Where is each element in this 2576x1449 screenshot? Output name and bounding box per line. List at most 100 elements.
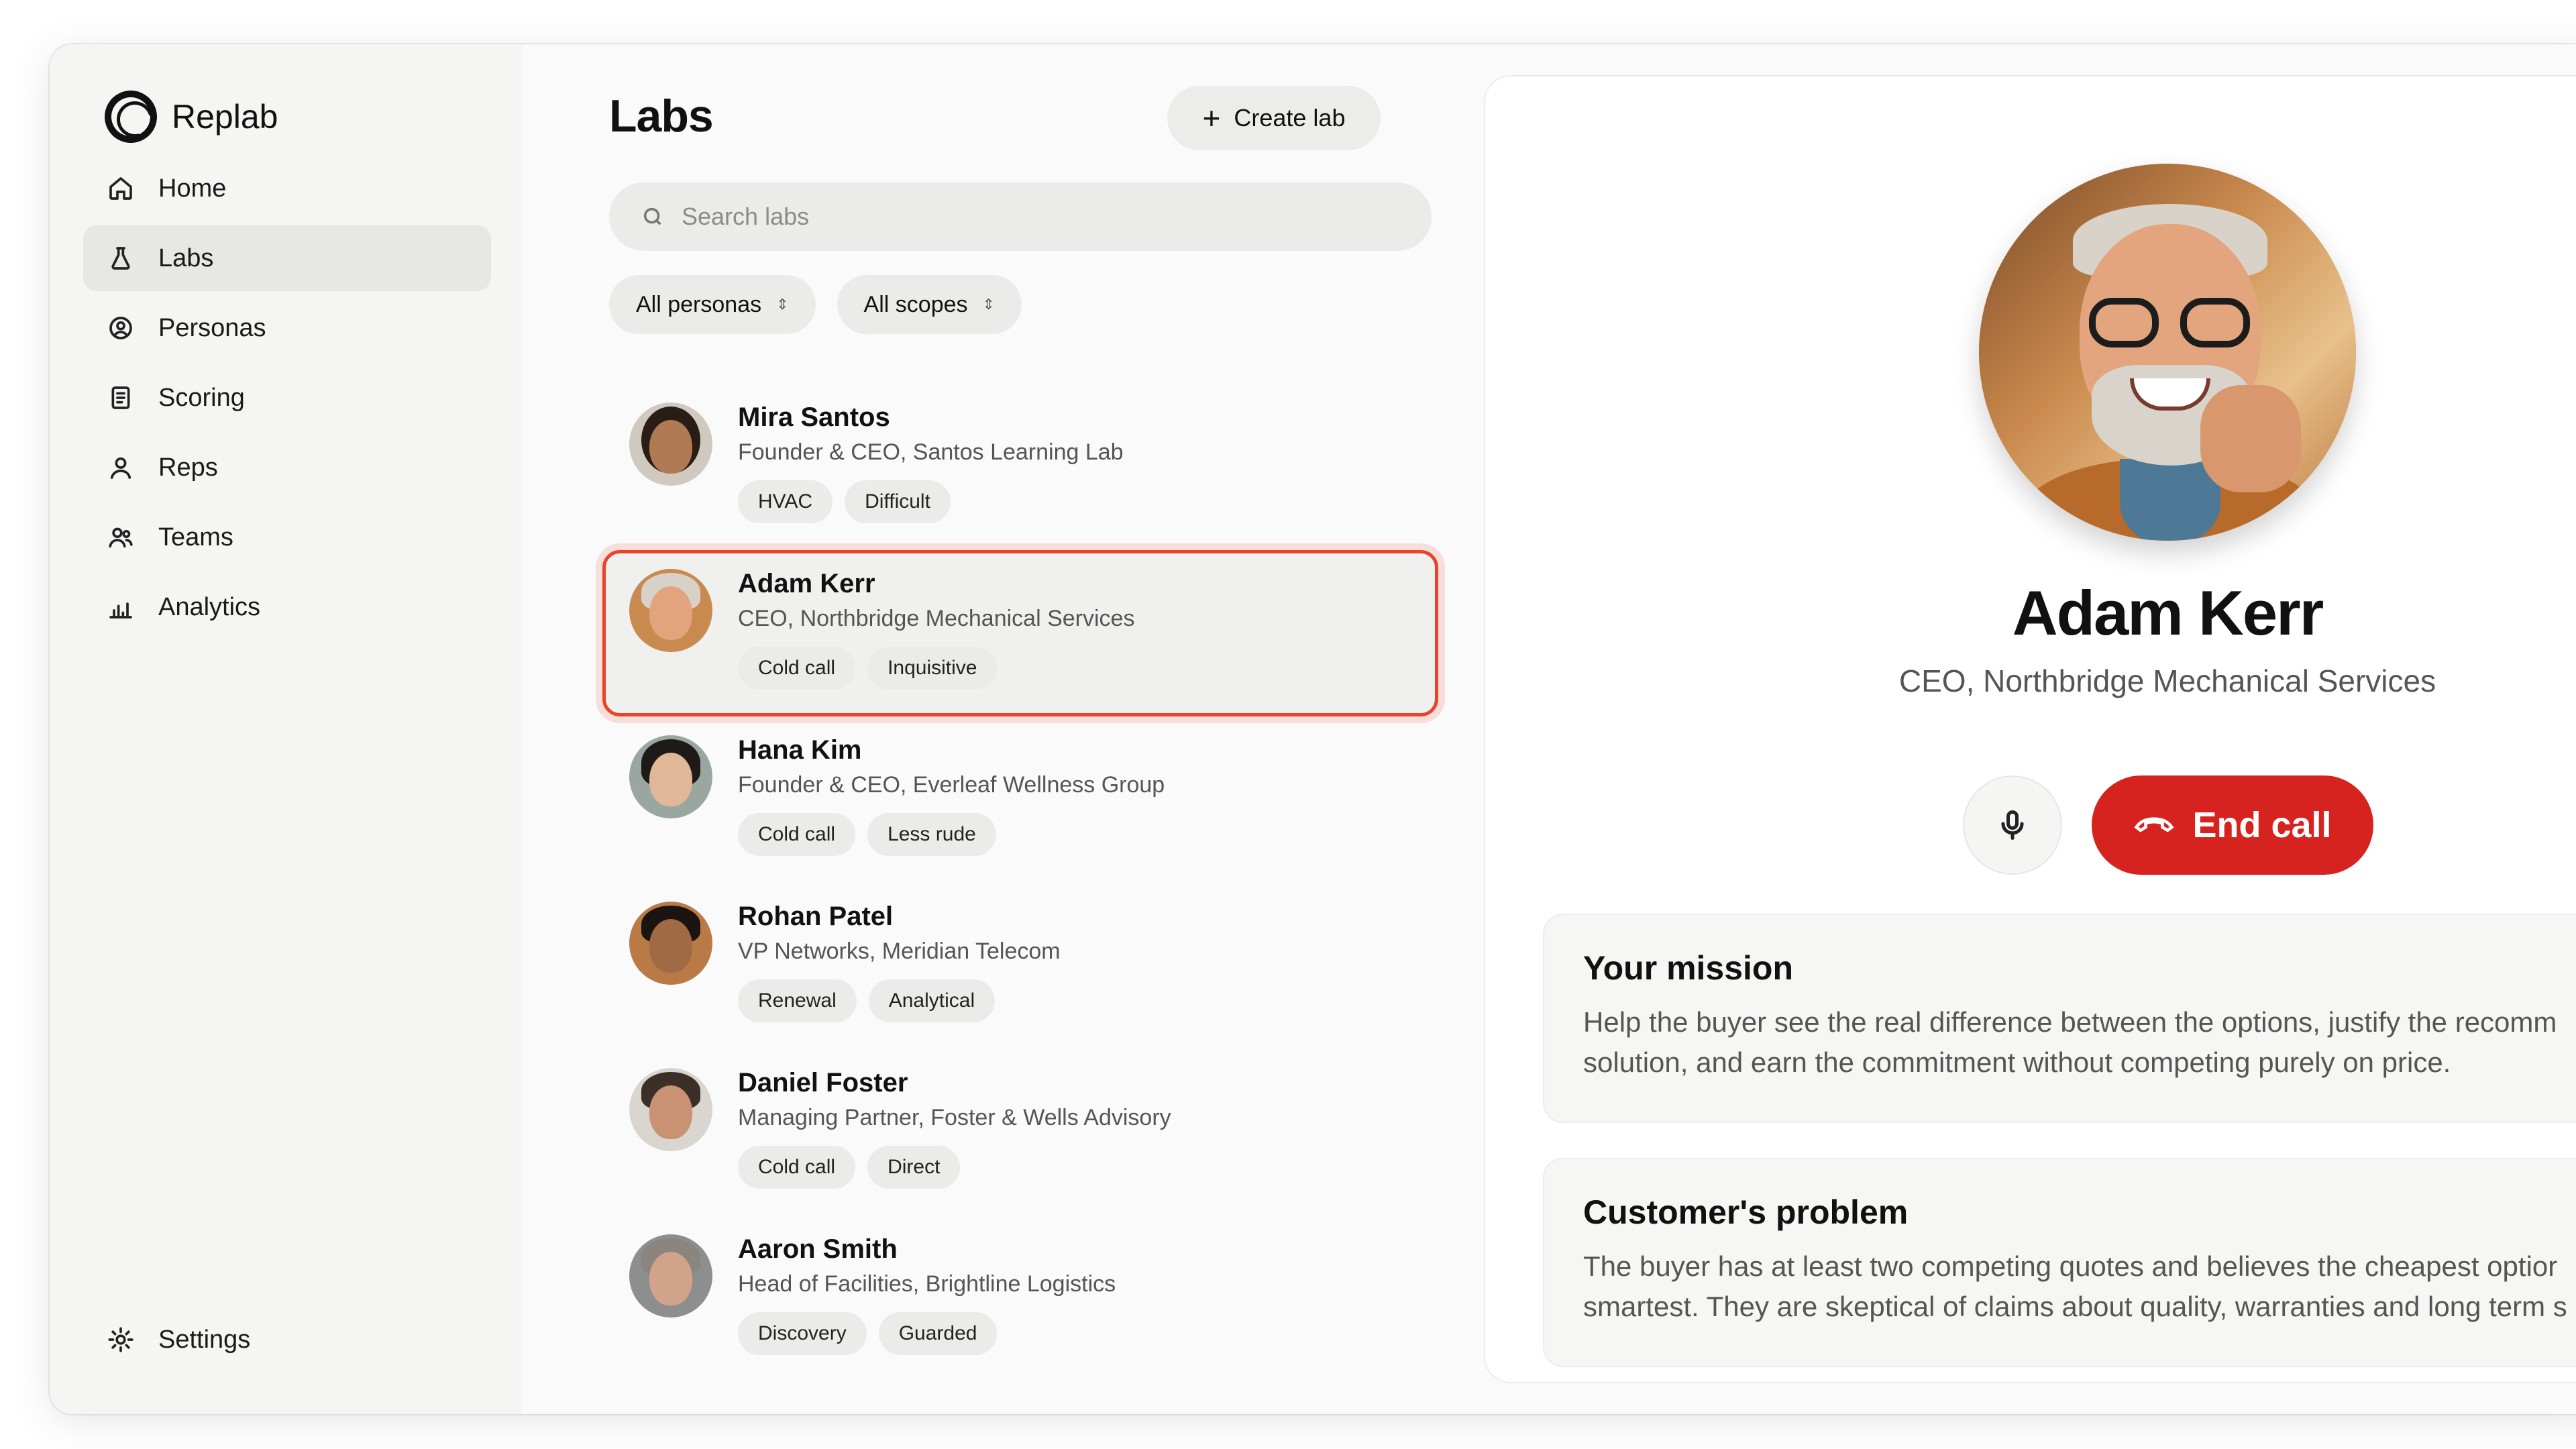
sidebar-item-reps[interactable]: Reps xyxy=(83,435,491,500)
problem-line: The buyer has at least two competing quo… xyxy=(1583,1250,2558,1282)
mission-title: Your mission xyxy=(1583,949,1794,987)
create-lab-label: Create lab xyxy=(1234,104,1346,131)
avatar xyxy=(629,402,712,486)
persona-name: Adam Kerr xyxy=(2012,578,2324,648)
sidebar-item-label: Teams xyxy=(158,523,233,551)
sidebar-item-scoring[interactable]: Scoring xyxy=(83,365,491,431)
lab-name: Rohan Patel xyxy=(738,902,894,931)
chevron-updown-icon: ⇕ xyxy=(982,296,995,313)
call-panel: Adam Kerr CEO, Northbridge Mechanical Se… xyxy=(1484,75,2576,1383)
chevron-updown-icon: ⇕ xyxy=(776,296,789,313)
bar-chart-icon xyxy=(106,592,136,622)
labs-panel: Labs + Create lab All personas ⇕ All sco… xyxy=(522,44,1479,1414)
mission-text: Help the buyer see the real difference b… xyxy=(1583,1002,2576,1083)
tag: Inquisitive xyxy=(867,647,998,690)
mission-line: solution, and earn the commitment withou… xyxy=(1583,1046,2451,1078)
tag: Direct xyxy=(867,1146,961,1189)
home-icon xyxy=(106,174,136,203)
lab-name: Adam Kerr xyxy=(738,569,875,598)
flask-icon xyxy=(106,244,136,273)
lab-role: Head of Facilities, Brightline Logistics xyxy=(738,1271,1116,1297)
sun-gear-icon xyxy=(106,1325,136,1354)
brand[interactable]: Replab xyxy=(105,90,278,144)
sidebar-item-labs[interactable]: Labs xyxy=(83,225,491,291)
search-icon xyxy=(643,207,661,225)
avatar xyxy=(629,1068,712,1151)
search-input[interactable] xyxy=(682,203,1285,231)
scopes-filter[interactable]: All scopes ⇕ xyxy=(837,275,1022,334)
mission-line: Help the buyer see the real difference b… xyxy=(1583,1006,2557,1038)
sidebar-item-label: Reps xyxy=(158,453,218,482)
avatar xyxy=(629,735,712,818)
lab-role: Founder & CEO, Santos Learning Lab xyxy=(738,439,1124,465)
mission-card: Your mission Help the buyer see the real… xyxy=(1543,914,2576,1123)
tag: Cold call xyxy=(738,647,856,690)
users-icon xyxy=(106,523,136,552)
sidebar-item-label: Settings xyxy=(158,1325,251,1354)
sidebar-item-label: Scoring xyxy=(158,383,245,412)
problem-line: smartest. They are skeptical of claims a… xyxy=(1583,1291,2567,1322)
avatar xyxy=(629,902,712,985)
sidebar-item-analytics[interactable]: Analytics xyxy=(83,574,491,640)
clipboard-icon xyxy=(106,383,136,413)
sidebar-footer: Settings xyxy=(83,1307,491,1377)
page-title: Labs xyxy=(609,91,714,142)
tag: Discovery xyxy=(738,1312,867,1355)
tag: Cold call xyxy=(738,1146,856,1189)
tag: Difficult xyxy=(845,480,951,523)
hang-up-icon xyxy=(2134,817,2174,833)
tag: Guarded xyxy=(878,1312,998,1355)
lab-role: CEO, Northbridge Mechanical Services xyxy=(738,606,1135,631)
sidebar-item-teams[interactable]: Teams xyxy=(83,504,491,570)
lab-name: Mira Santos xyxy=(738,402,890,432)
filter-label: All personas xyxy=(636,291,762,317)
sidebar-item-label: Home xyxy=(158,174,227,203)
brand-name: Replab xyxy=(172,98,278,136)
tag: Renewal xyxy=(738,979,857,1022)
persona-avatar xyxy=(1979,164,2356,541)
lab-item[interactable]: Aaron Smith Head of Facilities, Brightli… xyxy=(602,1216,1438,1382)
lab-item[interactable]: Mira Santos Founder & CEO, Santos Learni… xyxy=(602,384,1438,550)
sidebar-item-personas[interactable]: Personas xyxy=(83,295,491,361)
lab-list: Mira Santos Founder & CEO, Santos Learni… xyxy=(602,384,1438,1382)
tag: Analytical xyxy=(868,979,996,1022)
problem-title: Customer's problem xyxy=(1583,1193,1909,1231)
tag: Cold call xyxy=(738,813,856,856)
replab-logo-icon xyxy=(105,91,157,143)
app-window: Replab Home Labs Personas Scoring Reps T… xyxy=(50,44,2576,1414)
personas-filter[interactable]: All personas ⇕ xyxy=(609,275,816,334)
problem-text: The buyer has at least two competing quo… xyxy=(1583,1246,2576,1327)
search-bar[interactable] xyxy=(609,182,1432,251)
plus-icon: + xyxy=(1202,101,1221,136)
lab-item[interactable]: Rohan Patel VP Networks, Meridian Teleco… xyxy=(602,883,1438,1049)
lab-name: Hana Kim xyxy=(738,735,862,765)
user-icon xyxy=(106,453,136,482)
lab-item[interactable]: Daniel Foster Managing Partner, Foster &… xyxy=(602,1049,1438,1216)
lab-role: Managing Partner, Foster & Wells Advisor… xyxy=(738,1105,1171,1130)
avatar xyxy=(629,569,712,652)
microphone-icon xyxy=(2001,810,2024,840)
sidebar-nav: Home Labs Personas Scoring Reps Teams An… xyxy=(83,156,491,644)
sidebar-item-settings[interactable]: Settings xyxy=(83,1307,491,1373)
lab-role: Founder & CEO, Everleaf Wellness Group xyxy=(738,772,1165,798)
sidebar: Replab Home Labs Personas Scoring Reps T… xyxy=(50,44,522,1414)
avatar xyxy=(629,1234,712,1318)
end-call-button[interactable]: End call xyxy=(2092,775,2373,875)
filter-bar: All personas ⇕ All scopes ⇕ xyxy=(609,275,1043,334)
mute-button[interactable] xyxy=(1963,775,2062,875)
create-lab-button[interactable]: + Create lab xyxy=(1167,86,1381,150)
persona-role: CEO, Northbridge Mechanical Services xyxy=(1898,663,2436,698)
lab-item-selected[interactable]: Adam Kerr CEO, Northbridge Mechanical Se… xyxy=(602,550,1438,716)
lab-role: VP Networks, Meridian Telecom xyxy=(738,938,1061,964)
lab-name: Daniel Foster xyxy=(738,1068,908,1097)
tag: HVAC xyxy=(738,480,833,523)
sidebar-item-home[interactable]: Home xyxy=(83,156,491,221)
sidebar-item-label: Analytics xyxy=(158,592,261,621)
end-call-label: End call xyxy=(2192,805,2332,845)
problem-card: Customer's problem The buyer has at leas… xyxy=(1543,1158,2576,1367)
sidebar-item-label: Personas xyxy=(158,313,266,342)
tag: Less rude xyxy=(867,813,996,856)
lab-item[interactable]: Hana Kim Founder & CEO, Everleaf Wellnes… xyxy=(602,716,1438,883)
filter-label: All scopes xyxy=(863,291,968,317)
lab-name: Aaron Smith xyxy=(738,1234,898,1264)
